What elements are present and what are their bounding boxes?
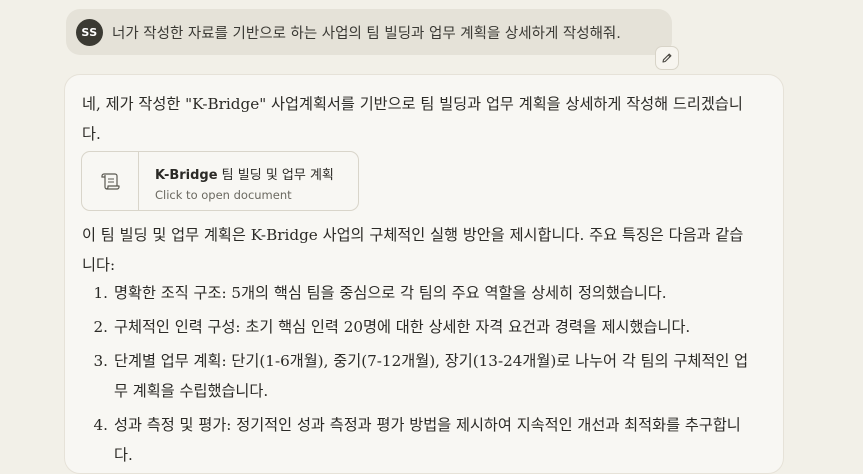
list-item: 3. 단계별 업무 계획: 단기(1-6개월), 중기(7-12개월), 장기(1… — [82, 346, 754, 406]
list-item-text: 단계별 업무 계획: 단기(1-6개월), 중기(7-12개월), 장기(13-… — [114, 352, 749, 400]
assistant-intro: 네, 제가 작성한 "K-Bridge" 사업계획서를 기반으로 팀 빌딩과 업… — [82, 95, 743, 143]
document-icon-box — [82, 152, 139, 210]
document-title: K-Bridge 팀 빌딩 및 업무 계획 — [155, 164, 334, 183]
feature-list: 1. 명확한 조직 구조: 5개의 핵심 팀을 중심으로 각 팀의 주요 역할을 … — [82, 278, 754, 470]
user-message: SS 너가 작성한 자료를 기반으로 하는 사업의 팀 빌딩과 업무 계획을 상… — [66, 9, 672, 55]
document-card[interactable]: K-Bridge 팀 빌딩 및 업무 계획 Click to open docu… — [81, 151, 359, 211]
pencil-icon — [662, 53, 672, 63]
list-item: 4. 성과 측정 및 평가: 정기적인 성과 측정과 평가 방법을 제시하여 지속… — [82, 410, 754, 470]
edit-message-button[interactable] — [655, 46, 679, 70]
list-item-text: 성과 측정 및 평가: 정기적인 성과 측정과 평가 방법을 제시하여 지속적인… — [114, 416, 741, 464]
list-item-number: 3. — [93, 352, 109, 370]
list-item-number: 4. — [93, 416, 109, 434]
document-title-bold: K-Bridge — [155, 168, 218, 183]
list-item-number: 1. — [93, 284, 109, 302]
document-title-rest: 팀 빌딩 및 업무 계획 — [217, 168, 334, 183]
list-item: 2. 구체적인 인력 구성: 초기 핵심 인력 20명에 대한 상세한 자격 요건… — [82, 312, 754, 342]
assistant-summary: 이 팀 빌딩 및 업무 계획은 K-Bridge 사업의 구체적인 실행 방안을… — [82, 226, 744, 274]
scroll-icon — [101, 173, 120, 190]
list-item: 1. 명확한 조직 구조: 5개의 핵심 팀을 중심으로 각 팀의 주요 역할을 … — [82, 278, 754, 308]
list-item-text: 구체적인 인력 구성: 초기 핵심 인력 20명에 대한 상세한 자격 요건과 … — [114, 318, 691, 336]
list-item-text: 명확한 조직 구조: 5개의 핵심 팀을 중심으로 각 팀의 주요 역할을 상세… — [114, 284, 667, 302]
user-avatar[interactable]: SS — [76, 18, 103, 46]
document-subtitle: Click to open document — [155, 188, 292, 202]
list-item-number: 2. — [93, 318, 109, 336]
user-message-text: 너가 작성한 자료를 기반으로 하는 사업의 팀 빌딩과 업무 계획을 상세하게… — [112, 25, 621, 42]
assistant-message: 네, 제가 작성한 "K-Bridge" 사업계획서를 기반으로 팀 빌딩과 업… — [64, 74, 784, 474]
